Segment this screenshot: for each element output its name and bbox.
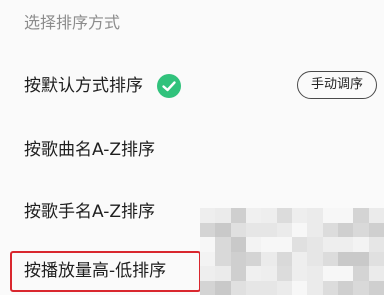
watermark-pixel	[368, 208, 384, 223]
manual-sort-button[interactable]: 手动调序	[297, 71, 377, 99]
watermark-pixel	[337, 280, 354, 295]
highlight-box	[10, 251, 201, 292]
watermark-pixel	[291, 251, 308, 266]
watermark-pixel	[307, 208, 323, 223]
watermark-pixel	[307, 251, 323, 266]
watermark-pixel	[276, 208, 292, 223]
watermark-pixel	[337, 251, 354, 266]
watermark-pixel	[200, 266, 216, 281]
watermark-pixel	[337, 237, 354, 252]
watermark-pixel	[261, 237, 277, 252]
watermark-pixel	[337, 222, 354, 237]
sort-option-label: 按歌曲名A-Z排序	[24, 140, 156, 160]
watermark-pixel	[276, 251, 292, 266]
watermark-pixel	[353, 237, 369, 252]
watermark-pixel	[307, 237, 323, 252]
watermark-pixel	[291, 237, 308, 252]
pixelated-watermark	[200, 208, 384, 295]
watermark-pixel	[337, 266, 354, 281]
watermark-pixel	[291, 208, 308, 223]
watermark-pixel	[368, 266, 384, 281]
watermark-pixel	[322, 208, 338, 223]
sort-option-song-name[interactable]: 按歌曲名A-Z排序	[0, 121, 384, 179]
sort-options-sheet: 选择排序方式 按默认方式排序 手动调序 按歌曲名A-Z排序 按歌手名A-Z排序 …	[0, 0, 384, 295]
watermark-pixel	[200, 280, 216, 295]
watermark-pixel	[230, 280, 246, 295]
watermark-pixel	[215, 280, 231, 295]
watermark-pixel	[322, 266, 338, 281]
watermark-pixel	[322, 280, 338, 295]
watermark-pixel	[261, 222, 277, 237]
watermark-pixel	[230, 251, 246, 266]
sort-option-label: 按歌手名A-Z排序	[24, 202, 156, 222]
watermark-pixel	[230, 266, 246, 281]
watermark-pixel	[368, 280, 384, 295]
watermark-pixel	[322, 251, 338, 266]
watermark-pixel	[245, 237, 262, 252]
watermark-pixel	[276, 237, 292, 252]
watermark-pixel	[230, 222, 246, 237]
watermark-pixel	[291, 266, 308, 281]
watermark-pixel	[245, 280, 262, 295]
watermark-pixel	[337, 208, 354, 223]
watermark-pixel	[276, 280, 292, 295]
watermark-pixel	[215, 222, 231, 237]
watermark-pixel	[307, 280, 323, 295]
watermark-pixel	[368, 237, 384, 252]
watermark-pixel	[261, 280, 277, 295]
watermark-pixel	[200, 237, 216, 252]
watermark-pixel	[353, 280, 369, 295]
watermark-pixel	[215, 237, 231, 252]
watermark-pixel	[307, 222, 323, 237]
watermark-pixel	[230, 237, 246, 252]
watermark-pixel	[291, 222, 308, 237]
watermark-pixel	[322, 237, 338, 252]
watermark-pixel	[322, 222, 338, 237]
sort-option-label: 按默认方式排序	[24, 76, 143, 96]
watermark-pixel	[276, 266, 292, 281]
watermark-pixel	[200, 222, 216, 237]
watermark-pixel	[245, 208, 262, 223]
watermark-pixel	[276, 222, 292, 237]
watermark-pixel	[261, 266, 277, 281]
watermark-pixel	[307, 266, 323, 281]
watermark-pixel	[353, 266, 369, 281]
watermark-pixel	[261, 251, 277, 266]
watermark-pixel	[245, 266, 262, 281]
watermark-pixel	[291, 280, 308, 295]
watermark-pixel	[353, 222, 369, 237]
watermark-pixel	[200, 251, 216, 266]
watermark-pixel	[245, 222, 262, 237]
watermark-pixel	[353, 208, 369, 223]
sheet-title: 选择排序方式	[24, 13, 121, 32]
watermark-pixel	[368, 222, 384, 237]
watermark-pixel	[368, 251, 384, 266]
watermark-pixel	[353, 251, 369, 266]
watermark-pixel	[215, 266, 231, 281]
watermark-pixel	[230, 208, 246, 223]
watermark-pixel	[261, 208, 277, 223]
watermark-pixel	[215, 208, 231, 223]
watermark-pixel	[215, 251, 231, 266]
sort-option-default[interactable]: 按默认方式排序 手动调序	[0, 57, 384, 115]
watermark-pixel	[245, 251, 262, 266]
watermark-pixel	[200, 208, 216, 223]
check-circle-icon	[157, 74, 181, 98]
